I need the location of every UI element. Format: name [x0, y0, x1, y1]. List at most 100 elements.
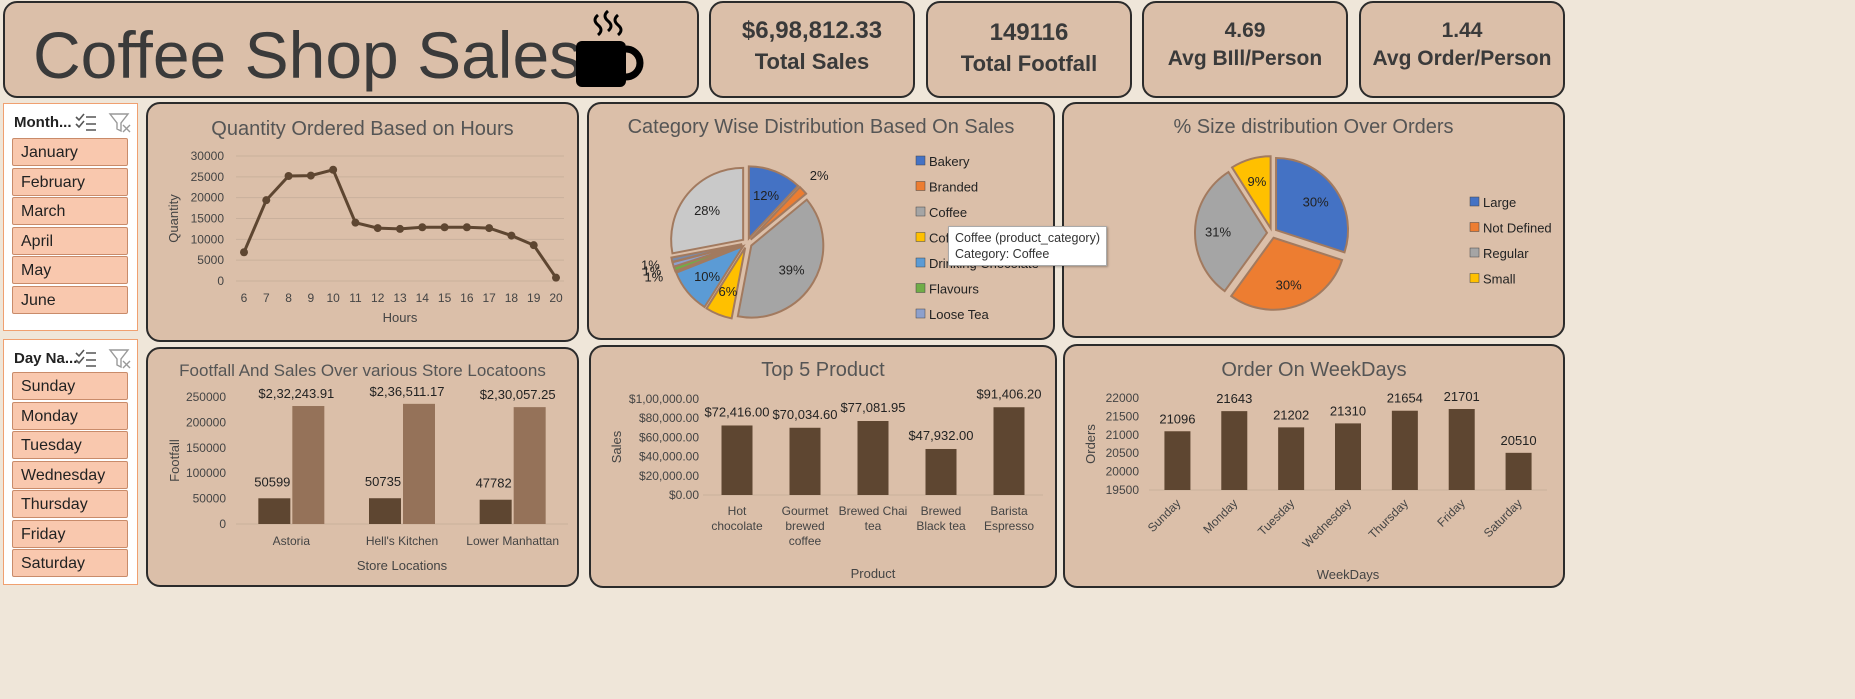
data-label: $2,30,057.25	[480, 387, 556, 402]
slicer-item-friday[interactable]: Friday	[12, 520, 128, 548]
legend-label: Loose Tea	[929, 307, 990, 322]
y-tick-label: 30000	[191, 149, 225, 163]
data-label: 21202	[1273, 407, 1309, 422]
x-tick-label: 10	[326, 291, 340, 305]
slicer-item-april[interactable]: April	[12, 227, 128, 255]
x-tick-label: Wednesday	[1300, 496, 1355, 551]
kpi-value: 4.69	[1224, 19, 1266, 42]
data-label: 28%	[694, 203, 720, 218]
slicer-item-monday[interactable]: Monday	[12, 402, 128, 430]
tooltip-line-2: Category: Coffee	[955, 247, 1050, 261]
data-label: 30%	[1276, 277, 1302, 292]
data-label: 31%	[1205, 224, 1231, 239]
x-tick-label: Brewed Chai	[839, 504, 908, 518]
slicer-item-saturday[interactable]: Saturday	[12, 549, 128, 577]
kpi-value: $6,98,812.33	[741, 17, 883, 44]
data-label: 20510	[1500, 433, 1536, 448]
slicer-item-june[interactable]: June	[12, 286, 128, 314]
x-tick-label: 13	[393, 291, 407, 305]
products-chart-card: Top 5 Product $0.00 $20,000.00 $40,000.00 $…	[589, 345, 1057, 588]
bar	[1448, 409, 1475, 490]
data-point	[351, 218, 360, 227]
legend-swatch	[915, 257, 926, 268]
slicer-item-sunday[interactable]: Sunday	[12, 372, 128, 400]
slicer-item-february[interactable]: February	[12, 168, 128, 196]
x-axis-label: Store Locations	[357, 558, 448, 573]
weekdays-bar-chart: 19500 20000 20500 21000 21500 22000 21096 Sunda…	[1083, 389, 1547, 582]
bar	[857, 421, 889, 495]
legend-label: Bakery	[929, 154, 970, 169]
data-point	[485, 224, 494, 233]
data-label: 10%	[694, 269, 720, 284]
y-tick-label: $1,00,000.00	[629, 392, 699, 406]
y-tick-label: $0.00	[669, 488, 699, 502]
data-label: 39%	[779, 262, 805, 277]
month-slicer[interactable]: Month... January February March April Ma…	[3, 103, 138, 331]
data-label: 2%	[810, 168, 829, 183]
legend-label: Large	[1483, 195, 1516, 210]
legend-label: Not Defined	[1483, 221, 1552, 236]
hours-chart-card: Quantity Ordered Based on Hours 0 5000 100…	[146, 102, 579, 342]
kpi-value: 1.44	[1441, 19, 1483, 42]
slicer-item-january[interactable]: January	[12, 138, 128, 166]
bar	[292, 406, 325, 524]
multi-select-icon[interactable]	[74, 112, 98, 134]
x-tick-label: brewed	[785, 519, 824, 533]
day-slicer[interactable]: Day Na... Sunday Monday Tuesday Wednesda…	[3, 339, 138, 585]
x-tick-label: 12	[371, 291, 385, 305]
products-bar-chart: $0.00 $20,000.00 $40,000.00 $60,000.00 $80,0…	[609, 386, 1043, 581]
slicer-item-wednesday[interactable]: Wednesday	[12, 461, 128, 489]
data-point	[262, 196, 271, 205]
data-point	[240, 248, 248, 257]
data-label: $47,932.00	[908, 428, 973, 443]
stores-chart-card: Footfall And Sales Over various Store Lo…	[146, 347, 579, 587]
data-point	[373, 224, 382, 233]
data-label: 9%	[1248, 174, 1267, 189]
slicer-header: Day Na...	[14, 350, 78, 367]
kpi-avg-bill: 4.69 Avg BIll/Person	[1142, 1, 1348, 98]
legend-swatch	[915, 283, 926, 293]
weekdays-chart-card: Order On WeekDays 19500 20000 20500 21000 21…	[1063, 344, 1565, 588]
slicer-item-thursday[interactable]: Thursday	[12, 490, 128, 518]
clear-filter-icon[interactable]	[108, 348, 132, 370]
x-tick-label: Tuesday	[1255, 496, 1297, 538]
data-label: 12%	[753, 188, 779, 203]
slicer-item-march[interactable]: March	[12, 197, 128, 225]
slicer-item-tuesday[interactable]: Tuesday	[12, 431, 128, 459]
x-tick-label: 20	[549, 291, 563, 305]
y-tick-label: 50000	[193, 492, 227, 506]
x-tick-label: tea	[865, 519, 882, 533]
x-axis-label: Hours	[383, 310, 418, 325]
kpi-total-sales: $6,98,812.33 Total Sales	[709, 1, 915, 98]
clear-filter-icon[interactable]	[108, 112, 132, 134]
y-tick-label: 0	[217, 274, 224, 288]
bar	[993, 407, 1025, 495]
data-label: 21654	[1387, 391, 1423, 406]
data-label: $77,081.95	[840, 400, 905, 415]
x-tick-label: Black tea	[916, 519, 966, 533]
series-line	[242, 167, 558, 279]
multi-select-icon[interactable]	[74, 348, 98, 370]
y-tick-label: $40,000.00	[639, 450, 699, 464]
x-tick-label: Thursday	[1366, 496, 1411, 541]
data-point	[329, 165, 338, 174]
data-label: 21643	[1216, 391, 1252, 406]
legend-label: Small	[1483, 272, 1516, 287]
kpi-total-footfall: 149116 Total Footfall	[926, 1, 1132, 98]
x-tick-label: Monday	[1200, 496, 1240, 536]
x-axis-label: WeekDays	[1317, 567, 1380, 582]
bar	[479, 499, 512, 524]
x-tick-label: 8	[285, 291, 292, 305]
slicer-item-may[interactable]: May	[12, 256, 128, 284]
x-tick-label: Espresso	[984, 519, 1034, 533]
data-label: 21701	[1444, 389, 1480, 404]
y-axis-label: Orders	[1083, 424, 1098, 464]
data-label: $91,406.20	[976, 386, 1041, 401]
legend-swatch	[1469, 196, 1480, 207]
legend-label: Regular	[1483, 246, 1529, 261]
bar	[1335, 423, 1361, 490]
legend-swatch	[915, 155, 926, 166]
y-tick-label: $20,000.00	[639, 469, 699, 483]
slicer-header: Month...	[14, 114, 72, 131]
kpi-label: Total Footfall	[960, 51, 1098, 76]
